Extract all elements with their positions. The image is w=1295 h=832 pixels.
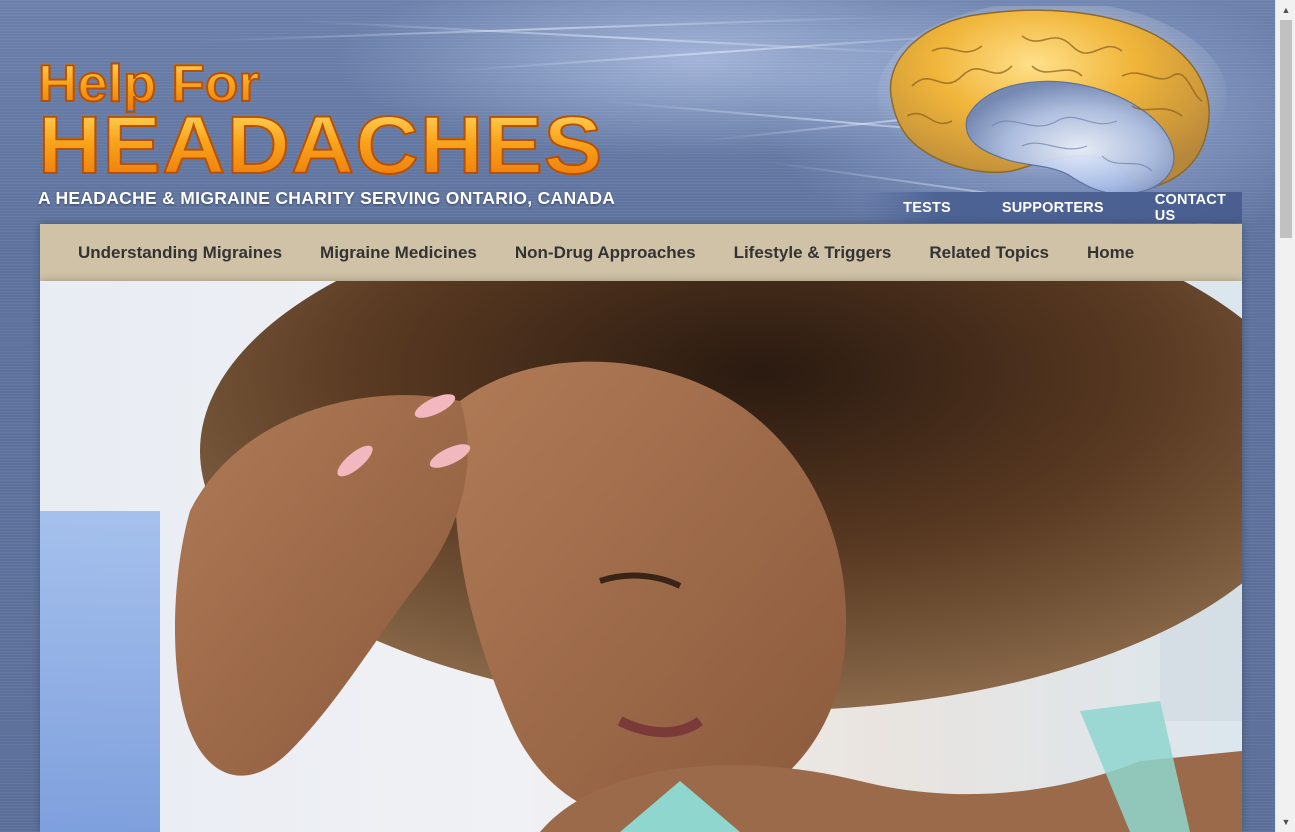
nav-related-topics[interactable]: Related Topics [929,243,1049,263]
page-scrollbar[interactable]: ▲ ▼ [1275,0,1295,832]
util-nav-supporters[interactable]: SUPPORTERS [1002,200,1104,216]
logo-tagline: A HEADACHE & MIGRAINE CHARITY SERVING ON… [38,188,616,208]
arrow-up-icon[interactable]: ▲ [1276,2,1295,18]
hero-image [40,281,1242,832]
site-logo[interactable]: Help For HEADACHES A HEADACHE & MIGRAINE… [37,57,648,209]
nav-non-drug-approaches[interactable]: Non-Drug Approaches [515,243,696,263]
nav-migraine-medicines[interactable]: Migraine Medicines [320,243,477,263]
main-nav: Understanding Migraines Migraine Medicin… [40,224,1242,281]
nav-home[interactable]: Home [1087,243,1134,263]
arrow-down-icon[interactable]: ▼ [1276,814,1295,830]
nav-understanding-migraines[interactable]: Understanding Migraines [78,243,282,263]
util-nav-contact-us[interactable]: CONTACT US [1155,192,1226,224]
utility-nav: TESTS SUPPORTERS CONTACT US [860,192,1242,224]
woman-with-headache-photo [40,281,1242,832]
logo-line-headaches: HEADACHES [37,100,604,191]
nav-lifestyle-triggers[interactable]: Lifestyle & Triggers [734,243,892,263]
scrollbar-thumb[interactable] [1280,20,1292,238]
brain-icon [877,6,1227,195]
util-nav-tests[interactable]: TESTS [903,200,951,216]
